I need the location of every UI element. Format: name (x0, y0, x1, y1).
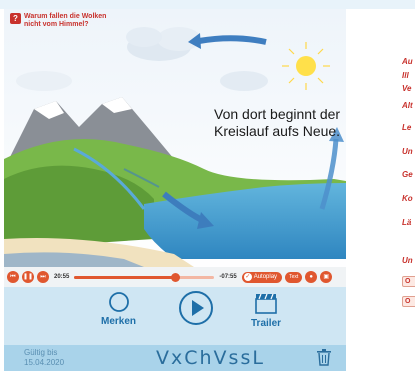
fullscreen-icon[interactable]: ▣ (320, 271, 333, 283)
elapsed-time: 20:55 (54, 274, 70, 280)
sidebar-item: Au (402, 57, 413, 66)
sidebar-item: Le (402, 123, 412, 132)
sidebar-item: Ko (402, 194, 413, 203)
player-controls: ⏮ ❚❚ ⏭ 20:55 -07:55 ✓ Autoplay Text ● ▣ (4, 267, 346, 287)
sidebar-item: Un (402, 147, 413, 156)
question-icon: ? (10, 13, 21, 24)
remaining-time: -07:55 (219, 274, 237, 280)
trailer-button[interactable]: Trailer (251, 291, 281, 329)
caption-line-2: Kreislauf aufs Neue. (214, 123, 341, 139)
bookmark-label: Merken (101, 316, 137, 327)
media-card: ? Warum fallen die Wolken nicht vom Himm… (4, 9, 346, 371)
question-label: ? Warum fallen die Wolken nicht vom Himm… (10, 13, 114, 29)
pause-icon[interactable]: ❚❚ (22, 271, 34, 283)
volume-icon[interactable]: ● (305, 271, 318, 283)
sidebar-item: Ge (402, 170, 413, 179)
progress-handle[interactable] (171, 272, 181, 282)
skip-forward-icon[interactable]: ⏭ (37, 271, 49, 283)
top-bar (0, 0, 415, 9)
trailer-label: Trailer (251, 318, 282, 329)
play-button[interactable] (178, 290, 214, 329)
autoplay-toggle[interactable]: ✓ Autoplay (241, 271, 283, 283)
question-text: Warum fallen die Wolken nicht vom Himmel… (24, 13, 107, 28)
action-row: Merken Trailer (4, 287, 346, 345)
progress-fill (74, 275, 176, 279)
sidebar-tag[interactable]: O (402, 296, 415, 307)
sidebar-item: Ill (402, 71, 409, 80)
caption-line-1: Von dort beginnt der (214, 106, 341, 122)
sidebar-tag[interactable]: O (402, 276, 415, 287)
sidebar-item: Un (402, 256, 413, 265)
clapperboard-icon (255, 293, 277, 314)
validity-date: 15.04.2020 (24, 358, 65, 367)
sidebar-item: Lä (402, 218, 412, 227)
check-icon: ✓ (243, 273, 252, 281)
card-footer: Gültig bis 15.04.2020 VxChVssL (4, 345, 346, 371)
sidebar-item: Ve (402, 84, 412, 93)
sidebar-item: Alt (402, 101, 413, 110)
bookmark-button[interactable]: Merken (101, 291, 136, 327)
play-icon (179, 291, 213, 325)
bookmark-circle-icon (108, 292, 129, 312)
info-sidebar: Au Ill Ve Alt Le Un Ge Ko Lä Un O O (402, 0, 415, 371)
validity: Gültig bis 15.04.2020 (24, 348, 64, 368)
skip-back-icon[interactable]: ⏮ (7, 271, 19, 283)
progress-bar[interactable] (74, 272, 215, 282)
access-code: VxChVssL (156, 347, 265, 369)
trash-icon[interactable] (316, 348, 332, 366)
text-option-button[interactable]: Text (285, 271, 303, 283)
video-player[interactable]: ? Warum fallen die Wolken nicht vom Himm… (4, 9, 346, 279)
water-cycle-illustration (4, 9, 346, 279)
video-caption: Von dort beginnt der Kreislauf aufs Neue… (214, 106, 340, 140)
validity-label: Gültig bis (24, 348, 58, 357)
autoplay-label: Autoplay (253, 274, 278, 280)
